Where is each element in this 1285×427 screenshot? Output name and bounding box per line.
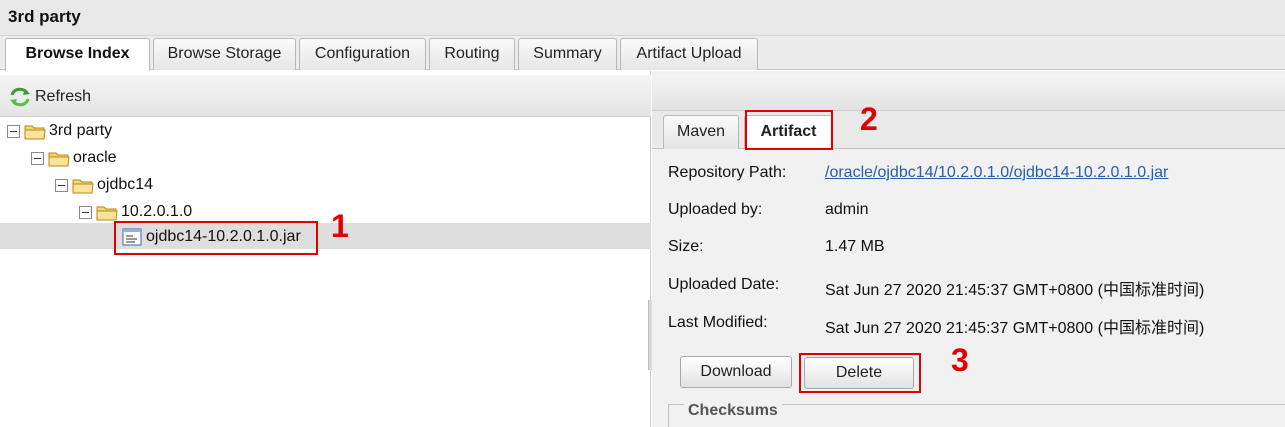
tab-maven[interactable]: Maven [663, 115, 739, 149]
tree-row[interactable]: 10.2.0.1.0 [0, 198, 651, 224]
annotation-number-1: 1 [331, 208, 349, 244]
collapse-toggle-icon[interactable] [55, 178, 68, 192]
download-button[interactable]: Download [680, 356, 792, 388]
annotation-box-3 [799, 353, 921, 393]
refresh-label: Refresh [35, 88, 92, 105]
uploaded-by-value: admin [825, 201, 869, 218]
repository-path-link[interactable]: /oracle/ojdbc14/10.2.0.1.0/ojdbc14-10.2.… [825, 164, 1168, 182]
tree-row[interactable]: 3rd party [0, 117, 651, 143]
tab-routing[interactable]: Routing [429, 38, 515, 70]
collapse-toggle-icon[interactable] [31, 151, 44, 165]
collapse-toggle-icon[interactable] [7, 124, 20, 138]
tree-toolbar: Refresh [0, 75, 651, 117]
refresh-button[interactable]: Refresh [8, 85, 91, 109]
uploaded-date-row: Uploaded Date: Sat Jun 27 2020 21:45:37 … [660, 274, 1280, 299]
refresh-icon [8, 86, 32, 108]
tree-label: 10.2.0.1.0 [121, 203, 193, 220]
annotation-box-1 [114, 221, 318, 255]
tab-artifact-upload[interactable]: Artifact Upload [620, 38, 758, 70]
tab-browse-storage[interactable]: Browse Storage [153, 38, 296, 70]
detail-header-bar [652, 75, 1285, 111]
index-tree-pane: Refresh 3rd party oracle ojdbc14 10.2.0.… [0, 71, 651, 427]
size-row: Size: 1.47 MB [660, 236, 1280, 260]
panel-title: 3rd party [0, 0, 1285, 36]
uploaded-date-label: Uploaded Date: [668, 276, 780, 293]
main-tabbar: Browse Index Browse Storage Configuratio… [0, 36, 1285, 71]
folder-open-icon [24, 123, 46, 140]
tree-row[interactable]: oracle [0, 144, 651, 170]
size-label: Size: [668, 238, 704, 255]
tab-browse-index[interactable]: Browse Index [5, 38, 150, 71]
tab-summary[interactable]: Summary [518, 38, 617, 70]
folder-open-icon [48, 150, 70, 167]
tree-label: oracle [73, 149, 117, 166]
annotation-box-2 [745, 110, 833, 150]
last-modified-row: Last Modified: Sat Jun 27 2020 21:45:37 … [660, 312, 1280, 337]
tree-label: 3rd party [49, 122, 113, 139]
last-modified-label: Last Modified: [668, 314, 768, 331]
tree-label: ojdbc14 [97, 176, 154, 193]
last-modified-value: Sat Jun 27 2020 21:45:37 GMT+0800 (中国标准时… [825, 320, 1205, 337]
tree-row-selected[interactable]: ojdbc14-10.2.0.1.0.jar [0, 223, 651, 249]
uploaded-date-value: Sat Jun 27 2020 21:45:37 GMT+0800 (中国标准时… [825, 282, 1205, 299]
annotation-number-2: 2 [860, 101, 878, 137]
uploaded-by-row: Uploaded by: admin [660, 199, 1280, 223]
repository-path-label: Repository Path: [668, 164, 787, 181]
folder-open-icon [96, 204, 118, 221]
tree-row[interactable]: ojdbc14 [0, 171, 651, 197]
size-value: 1.47 MB [825, 238, 885, 255]
checksums-legend: Checksums [684, 402, 782, 420]
folder-open-icon [72, 177, 94, 194]
repository-path-row: Repository Path: /oracle/ojdbc14/10.2.0.… [660, 162, 1280, 186]
tab-configuration[interactable]: Configuration [299, 38, 426, 70]
uploaded-by-label: Uploaded by: [668, 201, 763, 218]
annotation-number-3: 3 [951, 342, 969, 378]
collapse-toggle-icon[interactable] [79, 205, 92, 219]
